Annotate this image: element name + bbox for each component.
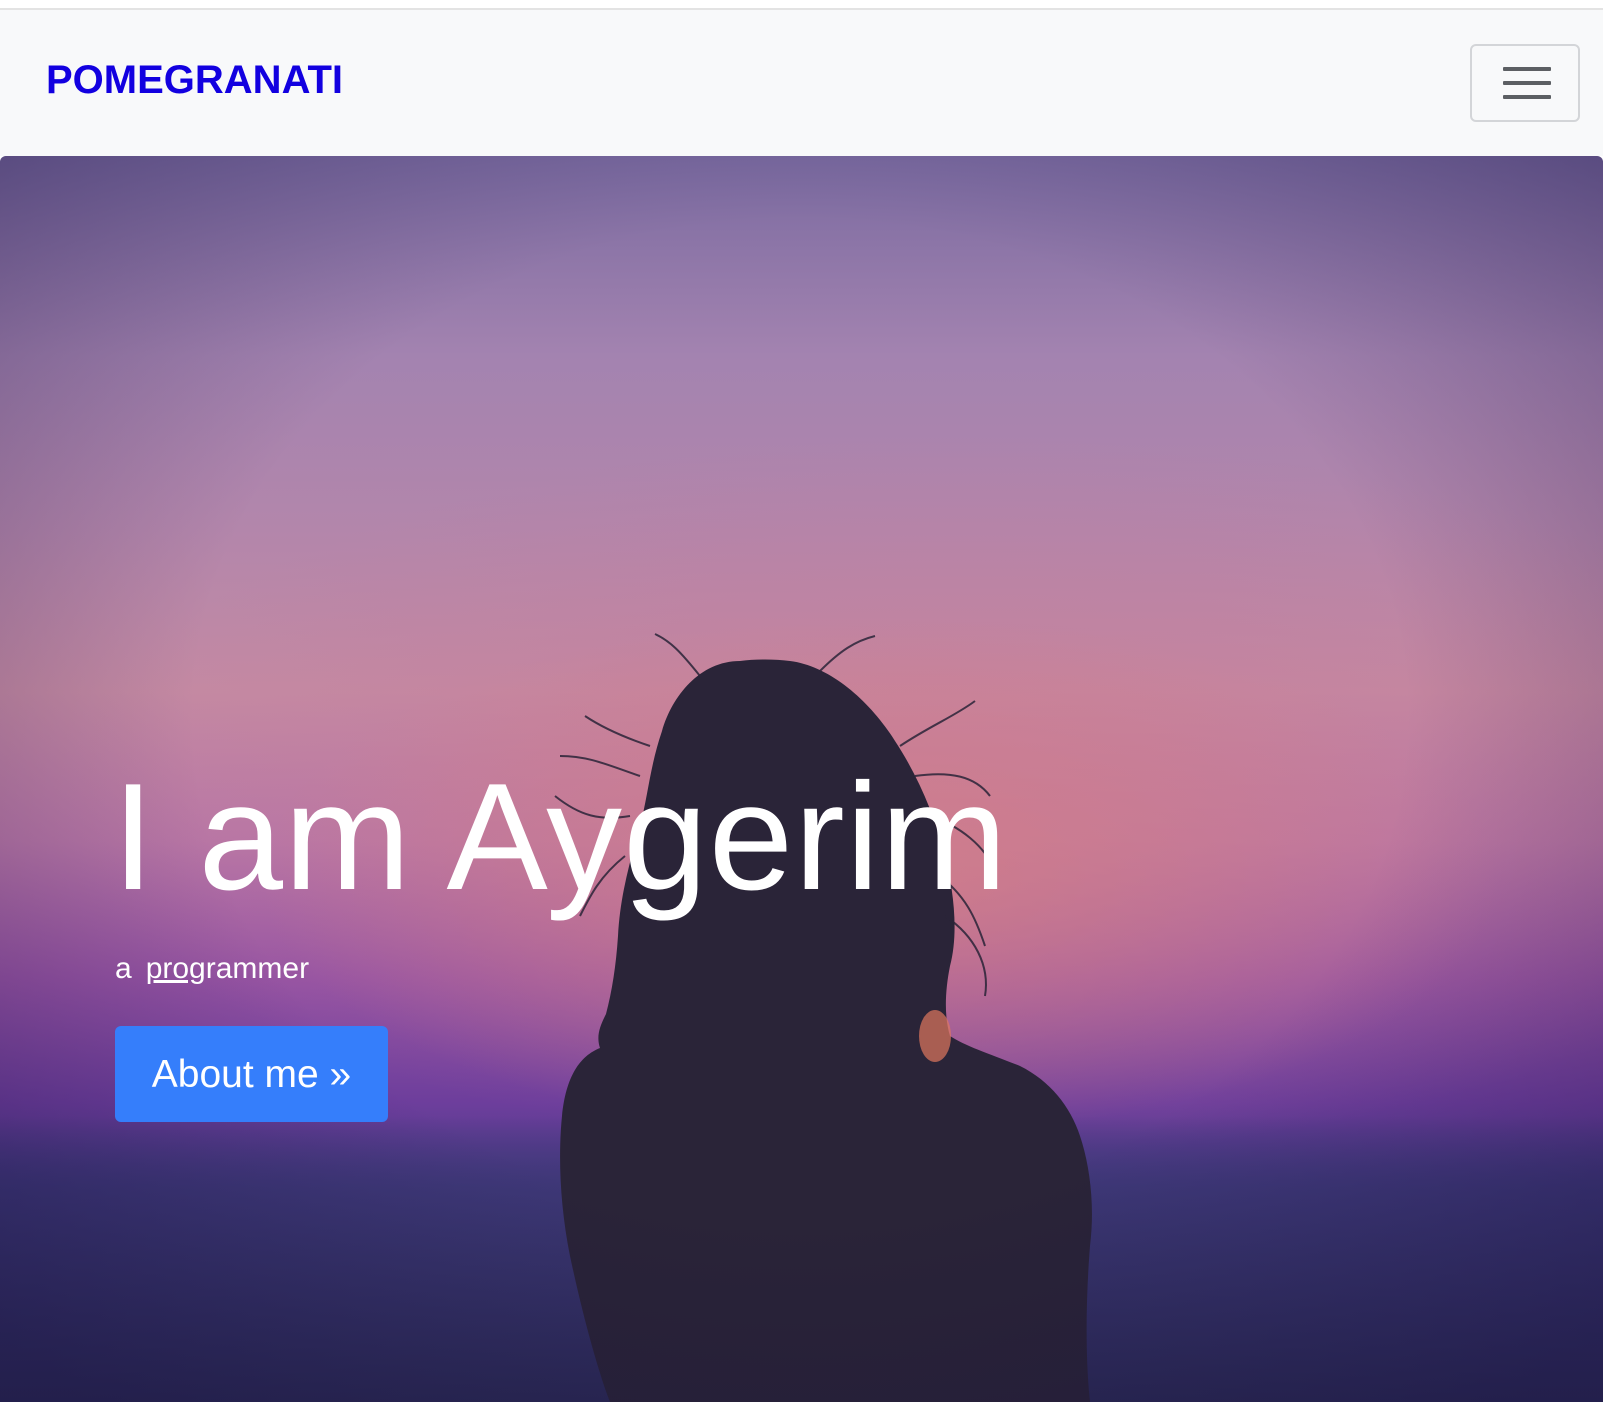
navbar-toggler-button[interactable] [1470, 44, 1580, 122]
hero-banner: I am Aygerim a programmer About me » [0, 156, 1603, 1402]
subtitle-underlined-part: prog [145, 952, 206, 985]
hero-title: I am Aygerim [112, 752, 1009, 922]
subtitle-prefix: a [115, 952, 132, 985]
browser-top-edge [0, 0, 1603, 10]
brand-logo-link[interactable]: POMEGRANATI [46, 60, 343, 100]
navbar: POMEGRANATI [0, 10, 1603, 156]
about-me-button[interactable]: About me » [115, 1026, 388, 1122]
hero-subtitle: a programmer [115, 954, 309, 984]
subtitle-word: programmer [146, 952, 309, 985]
subtitle-rest-part: rammer [205, 952, 310, 985]
